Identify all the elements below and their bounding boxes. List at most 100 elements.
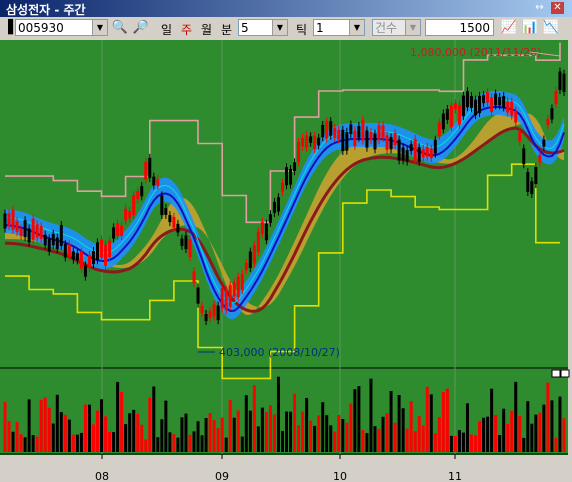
candle — [478, 95, 482, 114]
candle — [15, 221, 19, 232]
candle — [188, 239, 192, 258]
volume-bar — [7, 421, 11, 452]
code-picker-icon[interactable]: ▐ — [2, 19, 14, 37]
candle — [108, 240, 112, 257]
zoom-search-icon[interactable]: 🔎 — [132, 19, 150, 37]
candle — [240, 274, 244, 291]
volume-bar — [128, 413, 132, 452]
candle — [71, 251, 75, 260]
candle — [538, 154, 542, 163]
candle — [248, 251, 252, 269]
volume-bar — [369, 378, 373, 452]
volume-bar — [510, 410, 514, 452]
chevron-down-icon[interactable]: ▼ — [92, 20, 107, 35]
period-daily[interactable]: 일 — [161, 21, 172, 38]
tick-value: 1 — [316, 21, 324, 35]
volume-bar — [449, 435, 453, 452]
volume-bar — [124, 424, 128, 452]
line-chart-icon[interactable]: 📈 — [500, 19, 518, 37]
link-icon[interactable]: ↔ — [533, 2, 546, 14]
search-icon[interactable]: 🔍 — [111, 19, 129, 37]
volume-bar — [445, 388, 449, 452]
candle — [361, 119, 365, 141]
candle — [550, 108, 554, 120]
volume-bar — [188, 434, 192, 452]
candle — [75, 252, 79, 261]
candle — [204, 313, 208, 322]
candle — [514, 110, 518, 123]
volume-bar — [164, 400, 168, 452]
volume-bar — [196, 421, 200, 452]
candle — [224, 289, 228, 311]
chart-area[interactable]: 1,080,000 (2011/11/28) 403,000 (2008/10/2… — [0, 40, 572, 482]
stock-chart: 1,080,000 (2011/11/28) 403,000 (2008/10/2… — [0, 40, 572, 482]
volume-bar — [79, 432, 83, 452]
candle — [91, 251, 95, 265]
volume-bar — [91, 424, 95, 452]
candle — [562, 73, 566, 92]
volume-bar — [172, 434, 176, 452]
volume-bar — [385, 413, 389, 452]
pane-close-icon — [560, 369, 570, 378]
candle — [280, 182, 284, 192]
period-weekly[interactable]: 주 — [181, 21, 192, 38]
bar-chart-icon[interactable]: 📊 — [521, 19, 539, 37]
chevron-down-icon[interactable]: ▼ — [405, 20, 420, 35]
volume-bar — [160, 419, 164, 452]
volume-bar — [437, 417, 441, 452]
volume-bar — [289, 411, 293, 452]
volume-bar — [116, 381, 120, 452]
count-select[interactable]: 건수 ▼ — [372, 19, 421, 36]
volume-bar — [546, 382, 550, 452]
candle — [220, 288, 224, 309]
volume-bar — [148, 397, 152, 452]
volume-bar — [208, 413, 212, 452]
minute-select[interactable]: 5 ▼ — [238, 19, 288, 36]
chevron-down-icon[interactable]: ▼ — [272, 20, 287, 35]
volume-bar — [120, 391, 124, 452]
candle — [453, 103, 457, 110]
candle — [425, 146, 429, 157]
chevron-down-icon[interactable]: ▼ — [349, 20, 364, 35]
volume-bar — [47, 407, 51, 452]
count-input[interactable]: 1500 — [425, 19, 494, 36]
candle — [381, 125, 385, 138]
toolbar: ▐ 005930 ▼ 🔍 🔎 일 주 월 분 5 ▼ 틱 1 ▼ 건수 ▼ 15… — [0, 17, 572, 41]
candle — [176, 223, 180, 233]
tick-select[interactable]: 1 ▼ — [313, 19, 365, 36]
candle — [329, 121, 333, 136]
volume-bar — [248, 410, 252, 452]
candle — [172, 216, 176, 228]
candle — [104, 244, 108, 266]
volume-bar — [397, 395, 401, 452]
candle — [377, 125, 381, 141]
volume-bar — [490, 388, 494, 452]
candle — [461, 95, 465, 117]
candle — [449, 105, 453, 128]
volume-bar — [401, 408, 405, 452]
candle — [486, 92, 490, 103]
tick-label[interactable]: 틱 — [296, 21, 307, 38]
volume-bar — [325, 415, 329, 452]
minute-value: 5 — [241, 21, 249, 35]
candle — [79, 251, 83, 269]
candle — [470, 96, 474, 109]
candle — [554, 91, 558, 105]
candle — [200, 305, 204, 313]
volume-bar — [140, 424, 144, 452]
candle — [31, 218, 35, 240]
candle-chart-icon[interactable]: 📉 — [542, 19, 560, 37]
candle — [530, 181, 534, 194]
period-minute[interactable]: 분 — [221, 21, 232, 38]
candle — [148, 157, 152, 178]
candle — [19, 228, 23, 236]
close-icon[interactable]: ✕ — [551, 2, 564, 14]
stock-code-input[interactable]: 005930 ▼ — [15, 19, 108, 36]
candle — [51, 233, 55, 246]
period-monthly[interactable]: 월 — [201, 21, 212, 38]
volume-bar — [11, 431, 15, 452]
candle — [534, 166, 538, 185]
volume-bar — [373, 426, 377, 452]
candle — [83, 265, 87, 277]
candle — [120, 225, 124, 237]
